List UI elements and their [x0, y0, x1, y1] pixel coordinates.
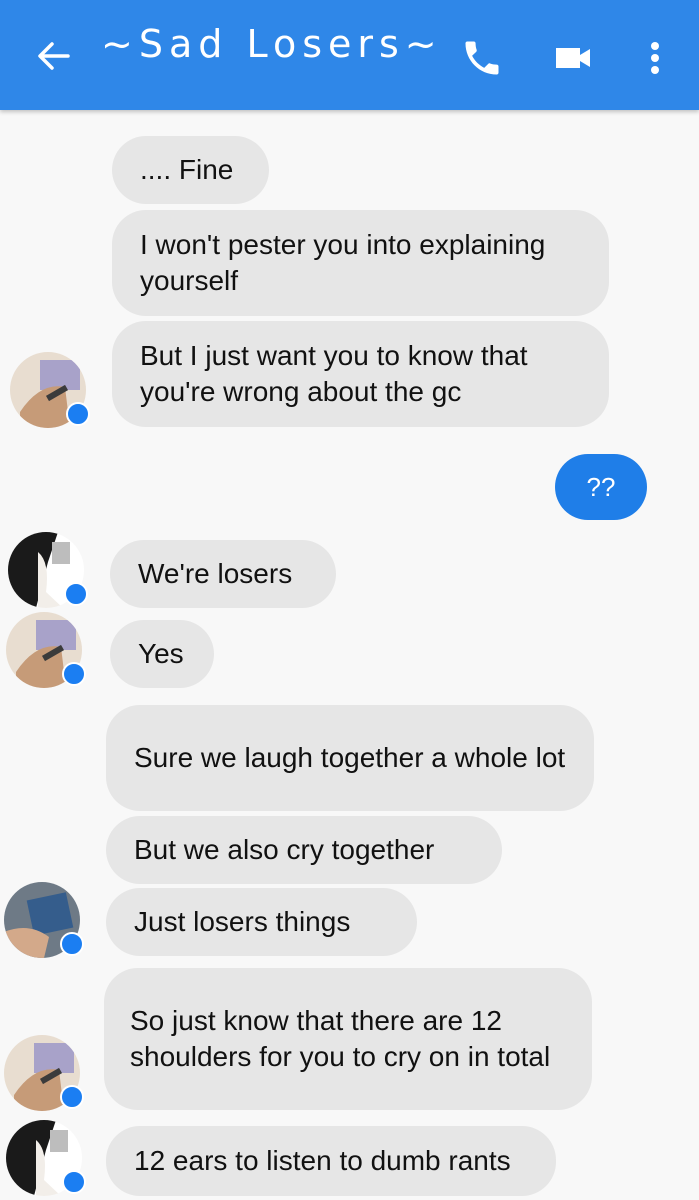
- message-bubble[interactable]: I won't pester you into explaining yours…: [112, 210, 609, 316]
- message-bubble[interactable]: 12 ears to listen to dumb rants: [106, 1126, 556, 1196]
- video-call-button[interactable]: [552, 38, 596, 78]
- video-camera-icon: [556, 48, 590, 68]
- message-bubble[interactable]: Sure we laugh together a whole lot: [106, 705, 594, 811]
- messenger-badge-icon: [64, 582, 88, 606]
- message-bubble[interactable]: But we also cry together: [106, 816, 502, 884]
- arrow-left-icon: [38, 42, 70, 70]
- call-button[interactable]: [460, 36, 504, 80]
- message-bubble[interactable]: .... Fine: [112, 136, 269, 204]
- message-bubble[interactable]: We're losers: [110, 540, 336, 608]
- app-bar: ~Sad Losers~: [0, 0, 699, 110]
- messenger-badge-icon: [60, 932, 84, 956]
- message-bubble[interactable]: So just know that there are 12 shoulders…: [104, 968, 592, 1110]
- message-bubble[interactable]: Yes: [110, 620, 214, 688]
- message-bubble[interactable]: But I just want you to know that you're …: [112, 321, 609, 427]
- messenger-badge-icon: [60, 1085, 84, 1109]
- my-message-bubble[interactable]: ??: [555, 454, 647, 520]
- chat-screen: ~Sad Losers~ .... Fine I won't pester yo…: [0, 0, 699, 1200]
- avatar[interactable]: [4, 882, 84, 958]
- avatar[interactable]: [6, 612, 86, 688]
- messenger-badge-icon: [62, 662, 86, 686]
- avatar[interactable]: [6, 1120, 86, 1196]
- avatar[interactable]: [8, 532, 88, 608]
- avatar[interactable]: [10, 352, 90, 428]
- avatar[interactable]: [4, 1035, 84, 1111]
- messenger-badge-icon: [66, 402, 90, 426]
- back-button[interactable]: [32, 34, 76, 78]
- more-vertical-icon: [651, 42, 659, 74]
- message-bubble[interactable]: Just losers things: [106, 888, 417, 956]
- chat-title: ~Sad Losers~: [101, 22, 443, 66]
- messenger-badge-icon: [62, 1170, 86, 1194]
- phone-icon: [465, 41, 499, 75]
- more-options-button[interactable]: [640, 36, 670, 80]
